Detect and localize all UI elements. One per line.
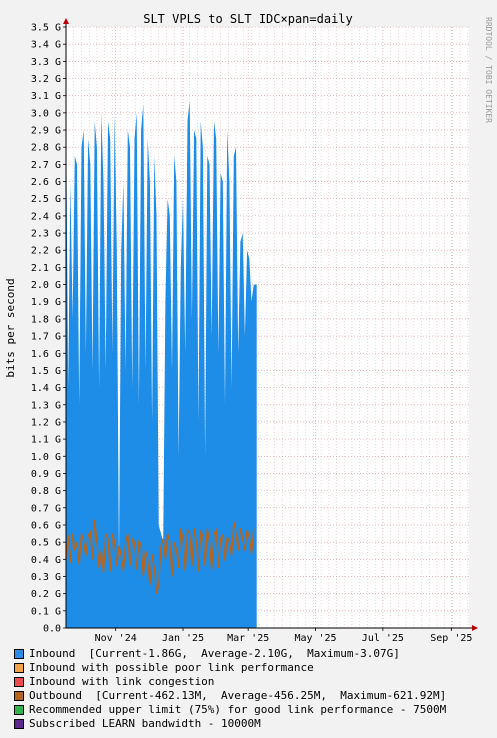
y-tick-label: 2.9 G	[31, 126, 61, 137]
legend-item-congestion: Inbound with link congestion	[14, 675, 446, 689]
y-tick-label: 0.2 G	[31, 589, 61, 600]
y-tick-label: 1.0 G	[31, 452, 61, 463]
y-tick-label: 2.2 G	[31, 246, 61, 257]
legend-item-inbound: Inbound [Current-1.86G, Average-2.10G, M…	[14, 647, 446, 661]
legend-item-outbound: Outbound [Current-462.13M, Average-456.2…	[14, 689, 446, 703]
y-tick-label: 0.6 G	[31, 520, 61, 531]
traffic-chart: 0.0 0.1 G 0.2 G 0.3 G 0.4 G 0.5 G 0.6 G 0.7 G 0.…	[4, 12, 493, 644]
y-tick-label: 3.4 G	[31, 40, 61, 51]
y-tick-label: 3.5 G	[31, 23, 61, 34]
y-tick-label: 0.8 G	[31, 486, 61, 497]
y-axis-arrow	[63, 18, 69, 24]
x-tick-label: Sep '25	[430, 633, 472, 644]
x-tick-label: Jul '25	[362, 633, 404, 644]
y-axis-ticks: 0.0 0.1 G 0.2 G 0.3 G 0.4 G 0.5 G 0.6 G 0.7 G 0.…	[31, 23, 66, 635]
x-tick-label: Mar '25	[227, 633, 269, 644]
chart-title: SLT VPLS to SLT IDC×pan=daily	[143, 12, 353, 26]
y-tick-label: 3.3 G	[31, 57, 61, 68]
legend-label: Inbound with possible poor link performa…	[29, 661, 314, 674]
y-tick-label: 3.1 G	[31, 91, 61, 102]
y-tick-label: 0.9 G	[31, 469, 61, 480]
y-tick-label: 1.9 G	[31, 297, 61, 308]
legend-item-subscribed: Subscribed LEARN bandwidth - 10000M	[14, 717, 446, 731]
x-tick-label: Nov '24	[95, 633, 137, 644]
y-tick-label: 0.3 G	[31, 572, 61, 583]
legend-swatch	[14, 691, 24, 701]
legend-item-poor-link: Inbound with possible poor link performa…	[14, 661, 446, 675]
y-tick-label: 0.0	[43, 624, 61, 635]
y-tick-label: 2.4 G	[31, 211, 61, 222]
y-tick-label: 2.6 G	[31, 177, 61, 188]
y-tick-label: 0.1 G	[31, 606, 61, 617]
legend-label: Subscribed LEARN bandwidth - 10000M	[29, 717, 261, 730]
y-tick-label: 2.3 G	[31, 229, 61, 240]
x-tick-label: May '25	[294, 633, 336, 644]
y-tick-label: 1.8 G	[31, 314, 61, 325]
y-tick-label: 2.8 G	[31, 143, 61, 154]
y-tick-label: 1.7 G	[31, 332, 61, 343]
y-axis-label: bits per second	[4, 278, 17, 377]
y-tick-label: 3.0 G	[31, 108, 61, 119]
legend-swatch	[14, 649, 24, 659]
y-tick-label: 0.4 G	[31, 555, 61, 566]
rrdtool-watermark: RRDTOOL / TOBI OETIKER	[484, 17, 493, 123]
legend-label: Outbound [Current-462.13M, Average-456.2…	[29, 689, 447, 702]
x-tick-label: Jan '25	[162, 633, 204, 644]
y-tick-label: 0.7 G	[31, 503, 61, 514]
y-tick-label: 0.5 G	[31, 538, 61, 549]
legend-label: Recommended upper limit (75%) for good l…	[29, 703, 447, 716]
y-tick-label: 1.4 G	[31, 383, 61, 394]
y-tick-label: 2.1 G	[31, 263, 61, 274]
legend-swatch	[14, 719, 24, 729]
y-tick-label: 1.1 G	[31, 435, 61, 446]
y-tick-label: 1.5 G	[31, 366, 61, 377]
legend-label: Inbound with link congestion	[29, 675, 215, 688]
x-axis-arrow	[472, 625, 478, 631]
legend-swatch	[14, 663, 24, 673]
legend-item-upper-limit: Recommended upper limit (75%) for good l…	[14, 703, 446, 717]
y-tick-label: 2.5 G	[31, 194, 61, 205]
y-tick-label: 1.3 G	[31, 400, 61, 411]
y-tick-label: 2.7 G	[31, 160, 61, 171]
legend-label: Inbound [Current-1.86G, Average-2.10G, M…	[29, 647, 400, 660]
y-tick-label: 3.2 G	[31, 74, 61, 85]
legend-swatch	[14, 705, 24, 715]
legend: Inbound [Current-1.86G, Average-2.10G, M…	[14, 647, 446, 731]
y-tick-label: 1.2 G	[31, 417, 61, 428]
legend-swatch	[14, 677, 24, 687]
y-tick-label: 1.6 G	[31, 349, 61, 360]
x-axis-ticks: Nov '24 Jan '25 Mar '25 May '25 Jul '25 Sep '…	[95, 628, 472, 644]
y-tick-label: 2.0 G	[31, 280, 61, 291]
